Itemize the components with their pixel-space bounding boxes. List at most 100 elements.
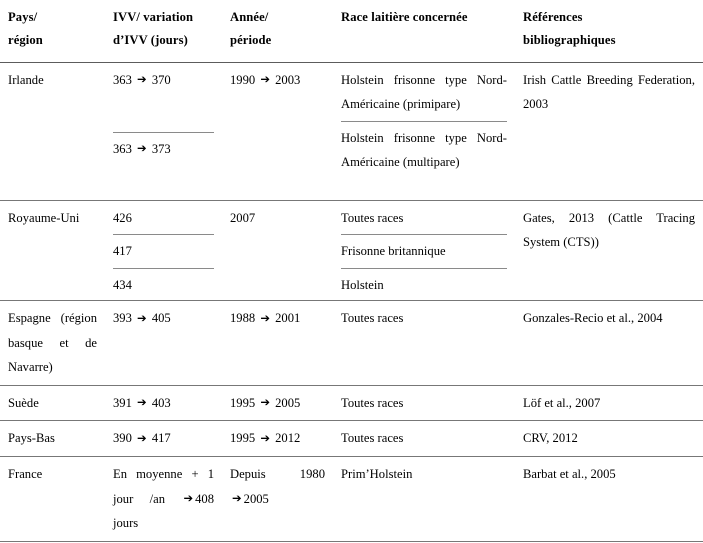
table-row: France En moyenne + 1 jour /an ➔ 408 jour… [0, 456, 703, 542]
table-row: Pays-Bas 390 ➔ 417 1995 ➔ 2012 Toutes ra… [0, 420, 703, 457]
cell-race: Toutes races [333, 300, 515, 386]
right-arrow-icon: ➔ [260, 395, 270, 410]
cell-annee-periode: 2007 [222, 200, 333, 302]
cell-text: Espagne (région basque et de Navarre) [8, 311, 97, 375]
column-header-line1: Année/ [230, 10, 269, 24]
table-row: Irlande 363 ➔ 370 363 ➔ 373 1990 ➔ 2003 … [0, 62, 703, 201]
column-header-line2: d’IVV (jours) [113, 33, 188, 48]
cell-race: Toutes races [333, 420, 515, 457]
column-header-line2: période [230, 33, 272, 48]
cell-ivv: 393 ➔ 405 [105, 300, 222, 386]
right-arrow-icon: ➔ [137, 141, 147, 156]
cell-pays-region: Suède [0, 385, 105, 422]
cell-text: En moyenne + 1 jour /an ➔ 408 jours [113, 466, 214, 531]
comparison-table: Pays/ région IVV/ variation d’IVV (jours… [0, 0, 703, 542]
cell-ivv: 363 ➔ 370 363 ➔ 373 [105, 62, 222, 201]
cell-subvalue: 417 [113, 234, 214, 267]
table-header-row: Pays/ région IVV/ variation d’IVV (jours… [0, 0, 703, 63]
right-arrow-icon: ➔ [260, 430, 270, 445]
cell-references: CRV, 2012 [515, 420, 703, 457]
cell-subvalue: Frisonne britannique [341, 234, 507, 267]
cell-text: Depuis 1980 ➔ 2005 [230, 466, 325, 506]
cell-text: Pays-Bas [8, 431, 55, 446]
cell-ivv: 391 ➔ 403 [105, 385, 222, 422]
cell-ivv: 390 ➔ 417 [105, 420, 222, 457]
cell-references: Barbat et al., 2005 [515, 456, 703, 542]
table-row: Suède 391 ➔ 403 1995 ➔ 2005 Toutes races… [0, 385, 703, 422]
cell-subvalue: 434 [113, 267, 214, 301]
cell-text: 393 ➔ 405 [113, 310, 171, 326]
right-arrow-icon: ➔ [260, 72, 270, 87]
column-header-line1: Pays/ [8, 10, 38, 24]
cell-subvalue: Holstein [341, 267, 507, 301]
cell-text: Toutes races [341, 395, 404, 410]
column-header-line1: Références [523, 10, 583, 24]
cell-pays-region: Irlande [0, 62, 105, 201]
cell-text: Prim’Holstein [341, 466, 413, 481]
right-arrow-icon: ➔ [260, 310, 270, 325]
cell-text: Barbat et al., 2005 [523, 466, 616, 481]
column-header-references: Références bibliographiques [515, 0, 703, 63]
cell-text: Suède [8, 395, 39, 410]
cell-text: Royaume-Uni [8, 210, 80, 225]
column-header-pays-region: Pays/ région [0, 0, 105, 63]
cell-text: Toutes races [341, 311, 404, 326]
cell-text: 1995 ➔ 2012 [230, 430, 301, 446]
cell-annee-periode: 1995 ➔ 2012 [222, 420, 333, 457]
cell-text: Löf et al., 2007 [523, 395, 601, 410]
cell-references: Löf et al., 2007 [515, 385, 703, 422]
table-row: Royaume-Uni 426 417 434 2007 Toutes race… [0, 200, 703, 302]
column-header-line2: région [8, 33, 43, 48]
cell-text: Toutes races [341, 431, 404, 446]
cell-text: Irish Cattle Breeding Federation, 2003 [523, 72, 695, 112]
cell-text: Gates, 2013 (Cattle Tracing System (CTS)… [523, 210, 695, 250]
cell-subvalue: Holstein frisonne type Nord-Américaine (… [341, 72, 507, 112]
right-arrow-icon: ➔ [137, 430, 147, 445]
right-arrow-icon: ➔ [137, 395, 147, 410]
cell-text: Irlande [8, 72, 44, 87]
column-header-annee-periode: Année/ période [222, 0, 333, 63]
cell-text: 1988 ➔ 2001 [230, 310, 301, 326]
table-header: Pays/ région IVV/ variation d’IVV (jours… [0, 0, 703, 63]
cell-references: Irish Cattle Breeding Federation, 2003 [515, 62, 703, 201]
cell-text: CRV, 2012 [523, 431, 578, 446]
right-arrow-icon: ➔ [137, 72, 147, 87]
cell-text: France [8, 466, 43, 481]
cell-subvalue: 363 ➔ 373 [113, 131, 214, 200]
cell-subvalue: Holstein frisonne type Nord-Américaine (… [341, 120, 507, 178]
cell-race: Toutes races [333, 385, 515, 422]
cell-text: 1990 ➔ 2003 [230, 72, 301, 87]
cell-subvalue: 363 ➔ 370 [113, 72, 171, 87]
column-header-line2: bibliographiques [523, 33, 616, 48]
right-arrow-icon: ➔ [183, 491, 194, 506]
cell-annee-periode: 1995 ➔ 2005 [222, 385, 333, 422]
cell-text: 2007 [230, 210, 256, 225]
cell-pays-region: Pays-Bas [0, 420, 105, 457]
cell-text: Gonzales-Recio et al., 2004 [523, 311, 663, 326]
cell-pays-region: Royaume-Uni [0, 200, 105, 302]
column-header-line1: IVV/ variation [113, 10, 194, 24]
cell-references: Gates, 2013 (Cattle Tracing System (CTS)… [515, 200, 703, 302]
column-header-ivv: IVV/ variation d’IVV (jours) [105, 0, 222, 63]
column-header-line1: Race laitière concernée [341, 10, 468, 24]
cell-subvalue: 426 [113, 210, 132, 225]
table-row: Espagne (région basque et de Navarre) 39… [0, 300, 703, 386]
cell-subvalue: Toutes races [341, 210, 404, 225]
right-arrow-icon: ➔ [232, 491, 242, 506]
cell-ivv: En moyenne + 1 jour /an ➔ 408 jours [105, 456, 222, 542]
cell-annee-periode: Depuis 1980 ➔ 2005 [222, 456, 333, 542]
cell-annee-periode: 1990 ➔ 2003 [222, 62, 333, 201]
cell-text: 1995 ➔ 2005 [230, 395, 301, 410]
cell-annee-periode: 1988 ➔ 2001 [222, 300, 333, 386]
cell-text: 391 ➔ 403 [113, 395, 171, 410]
cell-ivv: 426 417 434 [105, 200, 222, 302]
cell-pays-region: France [0, 456, 105, 542]
cell-race: Holstein frisonne type Nord-Américaine (… [333, 62, 515, 201]
table-body: Irlande 363 ➔ 370 363 ➔ 373 1990 ➔ 2003 … [0, 62, 703, 542]
right-arrow-icon: ➔ [137, 310, 147, 325]
cell-pays-region: Espagne (région basque et de Navarre) [0, 300, 105, 386]
cell-text: 390 ➔ 417 [113, 430, 171, 446]
cell-race: Prim’Holstein [333, 456, 515, 542]
column-header-race: Race laitière concernée [333, 0, 515, 63]
cell-references: Gonzales-Recio et al., 2004 [515, 300, 703, 386]
